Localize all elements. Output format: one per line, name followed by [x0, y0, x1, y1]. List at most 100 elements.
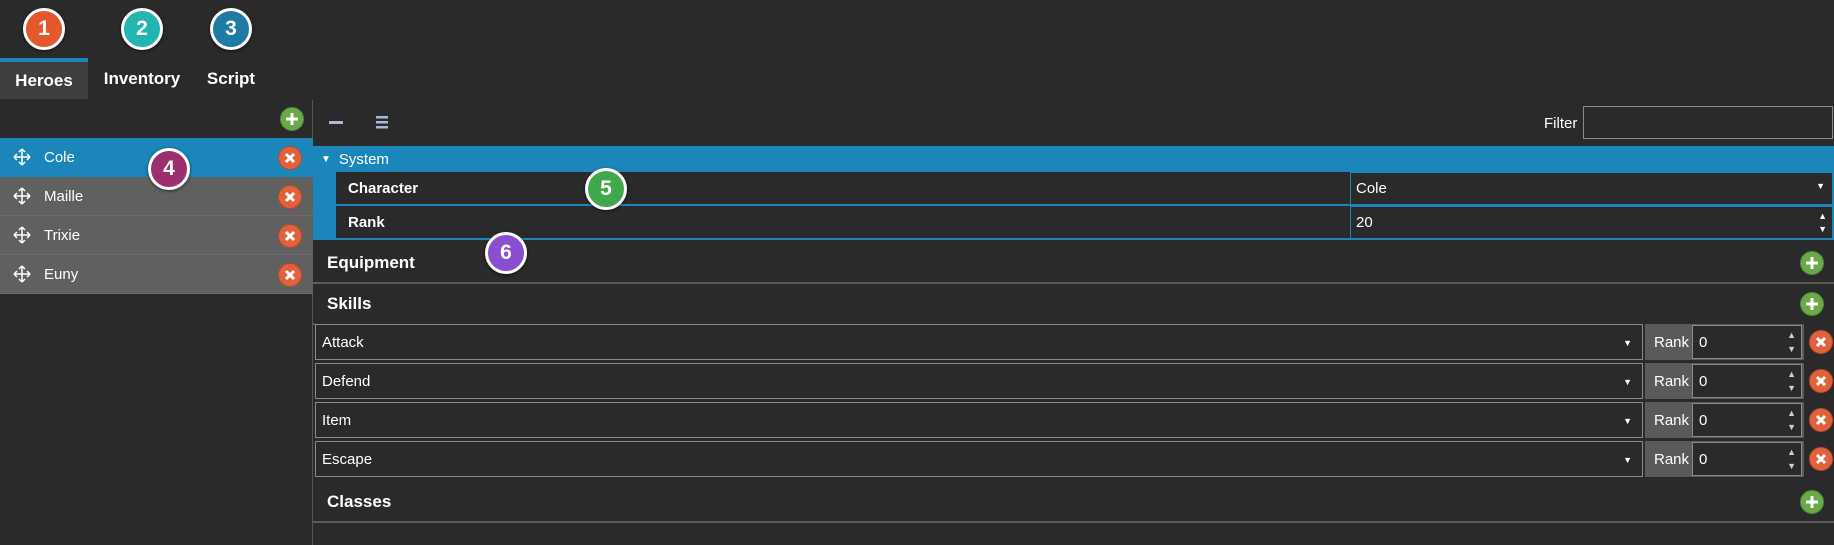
skill-rank-value: 0	[1699, 450, 1708, 468]
spinner-arrows-icon[interactable]: ▲ ▼	[1818, 210, 1827, 236]
skill-rank-label: Rank	[1654, 411, 1690, 429]
skill-rank-box: Rank 0 ▲ ▼	[1645, 324, 1804, 360]
skill-rank-label: Rank	[1654, 372, 1690, 390]
skill-rank-stepper[interactable]: 0 ▲ ▼	[1692, 325, 1802, 359]
delete-hero-button[interactable]	[278, 185, 302, 209]
x-icon	[284, 191, 296, 203]
rank-property-row: Rank 20 ▲ ▼	[313, 206, 1834, 240]
skills-section-header: Skills	[313, 284, 1834, 325]
filter-input[interactable]	[1583, 106, 1833, 139]
skill-row: Defend ▼ Rank 0 ▲ ▼	[315, 362, 1834, 400]
tab-inventory-label: Inventory	[103, 68, 181, 88]
spinner-arrows-icon[interactable]: ▲ ▼	[1787, 328, 1796, 356]
delete-skill-button[interactable]	[1809, 408, 1833, 432]
delete-skill-button[interactable]	[1809, 447, 1833, 471]
character-label: Character	[336, 172, 1350, 205]
tab-script-label: Script	[206, 68, 256, 88]
hero-name: Trixie	[44, 226, 81, 244]
move-arrows-icon[interactable]	[0, 226, 44, 244]
property-toolbar: Filter	[313, 100, 1834, 146]
skill-row: Escape ▼ Rank 0 ▲ ▼	[315, 440, 1834, 478]
skill-rank-stepper[interactable]: 0 ▲ ▼	[1692, 403, 1802, 437]
expand-list-icon[interactable]	[373, 113, 391, 135]
skill-name: Attack	[322, 333, 364, 351]
x-icon	[1815, 414, 1827, 426]
delete-hero-button[interactable]	[278, 224, 302, 248]
skill-row: Attack ▼ Rank 0 ▲ ▼	[315, 323, 1834, 361]
hero-list-item[interactable]: Trixie	[0, 216, 313, 255]
x-icon	[284, 269, 296, 281]
rank-label: Rank	[336, 206, 1350, 239]
x-icon	[284, 230, 296, 242]
skill-dropdown[interactable]: Defend ▼	[315, 363, 1643, 399]
skills-title: Skills	[327, 293, 372, 313]
skill-rank-label: Rank	[1654, 450, 1690, 468]
plus-icon	[1806, 496, 1818, 508]
spinner-arrows-icon[interactable]: ▲ ▼	[1787, 445, 1796, 473]
spinner-arrows-icon[interactable]: ▲ ▼	[1787, 367, 1796, 395]
tab-inventory[interactable]: 2 Inventory	[92, 0, 192, 100]
triangle-down-icon: ▼	[321, 153, 331, 165]
dropdown-arrow-icon: ▼	[1623, 338, 1632, 348]
callout-badge-4: 4	[148, 148, 190, 190]
tab-heroes-label: Heroes	[0, 58, 88, 99]
add-hero-button[interactable]	[280, 107, 304, 131]
skill-rank-value: 0	[1699, 372, 1708, 390]
delete-hero-button[interactable]	[278, 146, 302, 170]
equipment-title: Equipment	[327, 252, 415, 272]
delete-hero-button[interactable]	[278, 263, 302, 287]
callout-badge-5: 5	[585, 168, 627, 210]
skill-dropdown[interactable]: Attack ▼	[315, 324, 1643, 360]
delete-skill-button[interactable]	[1809, 330, 1833, 354]
delete-skill-button[interactable]	[1809, 369, 1833, 393]
rank-stepper[interactable]: 20 ▲ ▼	[1350, 206, 1833, 239]
move-arrows-icon[interactable]	[0, 148, 44, 166]
skill-rank-box: Rank 0 ▲ ▼	[1645, 441, 1804, 477]
plus-icon	[1806, 298, 1818, 310]
hero-list-item[interactable]: Euny	[0, 255, 313, 294]
skill-name: Item	[322, 411, 352, 429]
callout-badge-1: 1	[23, 8, 65, 50]
equipment-section-header: Equipment	[313, 243, 1834, 284]
move-arrows-icon[interactable]	[0, 265, 44, 283]
add-equipment-button[interactable]	[1800, 251, 1824, 275]
hero-name: Maille	[44, 187, 84, 205]
callout-badge-2: 2	[121, 8, 163, 50]
x-icon	[1815, 336, 1827, 348]
plus-icon	[286, 113, 298, 125]
callout-badge-3: 3	[210, 8, 252, 50]
dropdown-arrow-icon: ▼	[1623, 377, 1632, 387]
character-dropdown[interactable]: Cole ▼	[1350, 172, 1833, 205]
hero-name: Euny	[44, 265, 79, 283]
skill-rank-stepper[interactable]: 0 ▲ ▼	[1692, 364, 1802, 398]
plus-icon	[1806, 257, 1818, 269]
classes-section-header: Classes	[313, 482, 1834, 523]
skill-dropdown[interactable]: Item ▼	[315, 402, 1643, 438]
skill-name: Defend	[322, 372, 371, 390]
move-arrows-icon[interactable]	[0, 187, 44, 205]
skill-rank-box: Rank 0 ▲ ▼	[1645, 402, 1804, 438]
dropdown-arrow-icon: ▼	[1623, 416, 1632, 426]
spinner-arrows-icon[interactable]: ▲ ▼	[1787, 406, 1796, 434]
skill-rank-stepper[interactable]: 0 ▲ ▼	[1692, 442, 1802, 476]
add-skill-button[interactable]	[1800, 292, 1824, 316]
skill-dropdown[interactable]: Escape ▼	[315, 441, 1643, 477]
dropdown-arrow-icon: ▼	[1816, 181, 1825, 191]
system-category-header[interactable]: ▼ System	[313, 146, 1834, 172]
filter-label: Filter	[1544, 115, 1578, 132]
rank-value: 20	[1356, 214, 1373, 231]
callout-badge-6: 6	[485, 232, 527, 274]
skill-rank-value: 0	[1699, 333, 1708, 351]
x-icon	[1815, 453, 1827, 465]
collapse-minus-icon[interactable]	[327, 113, 345, 135]
tab-script[interactable]: 3 Script	[196, 0, 266, 100]
system-category-label: System	[338, 150, 389, 168]
add-class-button[interactable]	[1800, 490, 1824, 514]
x-icon	[1815, 375, 1827, 387]
skill-name: Escape	[322, 450, 373, 468]
classes-title: Classes	[327, 491, 392, 511]
skill-rank-value: 0	[1699, 411, 1708, 429]
x-icon	[284, 152, 296, 164]
top-tab-bar: 1 Heroes 2 Inventory 3 Script	[0, 0, 1834, 100]
tab-heroes[interactable]: 1 Heroes	[0, 0, 88, 100]
